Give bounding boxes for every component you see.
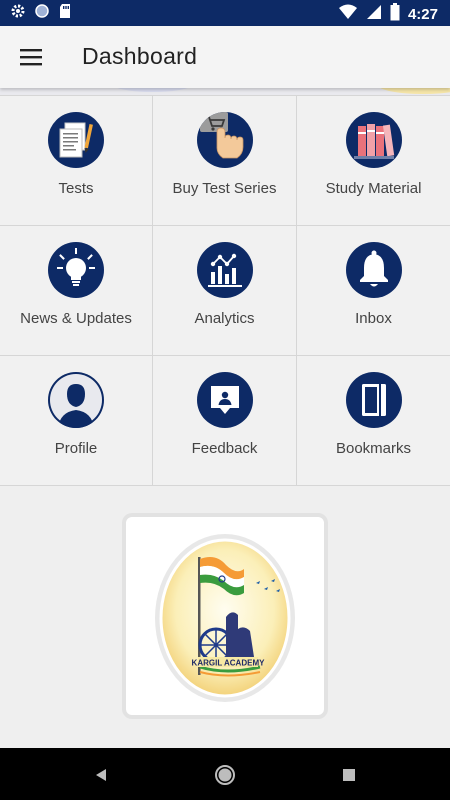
wifi-icon bbox=[338, 3, 358, 26]
tile-label: Inbox bbox=[355, 310, 392, 327]
back-button[interactable] bbox=[88, 762, 114, 788]
tile-study-material[interactable]: Study Material bbox=[297, 96, 450, 226]
academy-logo-card: KARGIL ACADEMY bbox=[122, 513, 328, 719]
feedback-icon bbox=[196, 372, 253, 428]
academy-logo: KARGIL ACADEMY bbox=[155, 534, 295, 702]
tile-label: News & Updates bbox=[20, 310, 132, 327]
tile-label: Tests bbox=[58, 180, 94, 197]
sd-card-icon bbox=[58, 3, 72, 24]
tile-news-updates[interactable]: News & Updates bbox=[0, 226, 153, 356]
tile-label: Study Material bbox=[325, 180, 422, 197]
tile-profile[interactable]: Profile bbox=[0, 356, 153, 486]
books-icon bbox=[345, 112, 402, 168]
signal-icon bbox=[366, 3, 382, 26]
tile-feedback[interactable]: Feedback bbox=[153, 356, 297, 486]
gear-icon bbox=[10, 3, 26, 24]
app-bar: Dashboard bbox=[0, 26, 450, 88]
tile-label: Analytics bbox=[194, 310, 255, 327]
bell-icon bbox=[345, 242, 402, 298]
hamburger-menu-icon bbox=[20, 49, 42, 66]
status-bar: 4:27 bbox=[0, 0, 450, 26]
recents-button[interactable] bbox=[336, 762, 362, 788]
test-paper-icon bbox=[48, 112, 104, 168]
tile-inbox[interactable]: Inbox bbox=[297, 226, 450, 356]
lightbulb-icon bbox=[48, 242, 104, 298]
person-icon bbox=[48, 372, 104, 428]
tile-bookmarks[interactable]: Bookmarks bbox=[297, 356, 450, 486]
tile-tests[interactable]: Tests bbox=[0, 96, 153, 226]
academy-logo-text: KARGIL ACADEMY bbox=[192, 659, 266, 668]
bookmark-icon bbox=[345, 372, 402, 428]
home-icon bbox=[215, 765, 235, 785]
back-icon bbox=[96, 769, 106, 781]
circle-icon bbox=[34, 3, 50, 24]
dashboard-grid: Tests Buy Test Series Study Material New… bbox=[0, 95, 450, 486]
tile-buy-test-series[interactable]: Buy Test Series bbox=[153, 96, 297, 226]
analytics-icon bbox=[196, 242, 253, 298]
tile-label: Buy Test Series bbox=[172, 180, 277, 197]
tile-label: Bookmarks bbox=[335, 440, 412, 457]
navigation-bar bbox=[0, 748, 450, 800]
clock-time: 4:27 bbox=[407, 6, 438, 23]
tile-analytics[interactable]: Analytics bbox=[153, 226, 297, 356]
home-button[interactable] bbox=[212, 762, 238, 788]
tile-label: Profile bbox=[54, 440, 98, 457]
cart-tap-icon bbox=[196, 112, 253, 168]
tile-label: Feedback bbox=[191, 440, 258, 457]
recents-icon bbox=[343, 769, 355, 781]
menu-button[interactable] bbox=[14, 43, 48, 71]
page-title: Dashboard bbox=[82, 43, 198, 69]
battery-icon bbox=[390, 3, 400, 26]
